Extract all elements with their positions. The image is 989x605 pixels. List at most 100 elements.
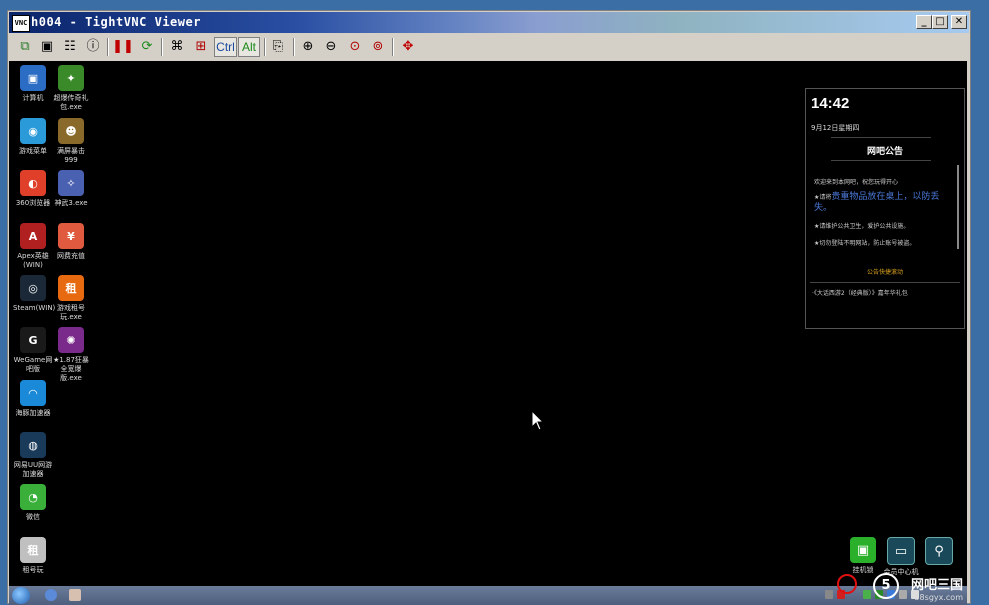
desktop-icon-label: 网易UU网游加速器 <box>13 461 53 478</box>
app-icon: ◉ <box>20 118 46 144</box>
desktop-icon[interactable]: ☻ 满屏暴击999 <box>51 118 91 165</box>
lock-machine-button[interactable]: ▣ 挂机锁 <box>843 537 883 575</box>
notice-line-2: ★请将贵重物品放在桌上，以防丢失。 <box>814 192 950 214</box>
member-center-button[interactable]: ▭ 会员中心机 <box>881 537 921 577</box>
desktop-icon[interactable]: ✺ ★1.87狂暴全宽爆版.exe <box>51 327 91 383</box>
app-icon: ✺ <box>58 327 84 353</box>
desktop-icon[interactable]: ◉ 游戏菜单 <box>13 118 53 156</box>
refresh-icon[interactable]: ⟳ <box>137 37 157 57</box>
desktop-icon[interactable]: A Apex英雄(WIN) <box>13 223 53 270</box>
lock-icon: ▣ <box>850 537 876 563</box>
toolbar: ⧉ ▣ ☷ ⓘ ❚❚ ⟳ ⌘ ⊞ Ctrl Alt ⎘ ⊕ ⊖ ⊙ ⊚ ✥ <box>9 34 969 60</box>
vnc-app-icon: VNC <box>12 15 30 32</box>
title-bar[interactable]: VNC h004 - TightVNC Viewer _ □ ✕ <box>9 12 969 33</box>
desktop-icon-label: Apex英雄(WIN) <box>17 252 49 269</box>
toolbar-separator <box>161 38 163 56</box>
minimize-button[interactable]: _ <box>916 15 932 29</box>
connection-info-icon[interactable]: ⓘ <box>83 37 103 57</box>
app-icon: G <box>20 327 46 353</box>
toolbar-separator <box>107 38 109 56</box>
notice-line-2-highlight: 贵重物品放在桌上，以防丢失。 <box>814 192 940 213</box>
alt-key-toggle[interactable]: Alt <box>238 37 260 57</box>
tray-icon[interactable] <box>899 590 907 599</box>
desktop-icon-label: 网费充值 <box>57 252 85 260</box>
watermark-text: 网吧三国 <box>910 578 963 593</box>
desktop-icon-label: 神武3.exe <box>54 199 88 207</box>
clipboard-icon[interactable]: ⎘ <box>268 37 288 57</box>
tray-icon[interactable] <box>825 590 833 599</box>
app-icon: A <box>20 223 46 249</box>
app-icon: 租 <box>20 537 46 563</box>
zoom-in-icon[interactable]: ⊕ <box>298 37 318 57</box>
desktop-icon[interactable]: 租游戏租号玩.exe <box>51 275 91 322</box>
ctrl-esc-icon[interactable]: ⊞ <box>191 37 211 57</box>
zoom-fit-icon[interactable]: ⊚ <box>368 37 388 57</box>
desktop-icon-label: 360浏览器 <box>15 199 51 207</box>
highlight-circle <box>837 574 857 594</box>
close-button[interactable]: ✕ <box>951 15 967 29</box>
window-title: h004 - TightVNC Viewer <box>31 15 201 29</box>
desktop-icon[interactable]: ✧ 神武3.exe <box>51 170 91 208</box>
desktop-icon[interactable]: ▣ 计算机 <box>13 65 53 103</box>
zoom-out-icon[interactable]: ⊖ <box>321 37 341 57</box>
desktop-icon-label: 海豚加速器 <box>15 409 51 417</box>
app-icon: ▣ <box>20 65 46 91</box>
remote-desktop-screen[interactable]: ▣ 计算机 ✦ 超爆传奇礼包.exe ◉ 游戏菜单 ☻ 满屏暴击999 ◐ 360浏览器 ✧ 神武3.… <box>9 61 967 605</box>
desktop-icon[interactable]: ¥ 网费充值 <box>51 223 91 261</box>
options-icon[interactable]: ☷ <box>60 37 80 57</box>
desktop-icon[interactable]: ✦ 超爆传奇礼包.exe <box>51 65 91 112</box>
search-button[interactable]: ⚲ <box>919 537 959 565</box>
maximize-button[interactable]: □ <box>932 15 948 29</box>
desktop-icon[interactable]: ◎ Steam(WIN) <box>13 275 55 313</box>
app-icon: ¥ <box>58 223 84 249</box>
toolbar-separator <box>264 38 266 56</box>
divider <box>831 160 931 161</box>
taskbar-app-icon[interactable] <box>69 589 81 601</box>
notice-title: 网吧公告 <box>866 147 903 157</box>
desktop-icon[interactable]: ◐ 360浏览器 <box>13 170 53 208</box>
desktop-icon-label: WeGame网吧版 <box>13 356 53 373</box>
notice-line-2-prefix: ★请将 <box>814 194 832 201</box>
zoom-100-icon[interactable]: ⊙ <box>345 37 365 57</box>
start-button[interactable] <box>12 587 30 604</box>
desktop-icon-label: 计算机 <box>22 94 44 102</box>
desktop-icon-label: 微信 <box>26 513 40 521</box>
desktop-icon-label: 游戏租号玩.exe <box>57 304 85 321</box>
desktop-icon[interactable]: G WeGame网吧版 <box>13 327 53 374</box>
notice-line-3: ★请维护公共卫生，爱护公共设施。 <box>814 223 910 230</box>
watermark-url: 58sgyx.com <box>914 593 963 602</box>
monitor-icon: ▭ <box>887 537 915 565</box>
desktop-icon-label: 游戏菜单 <box>19 147 47 155</box>
ctrl-alt-del-icon[interactable]: ⌘ <box>167 37 187 57</box>
notice-line-1: 欢迎来到本网吧，祝您玩得开心 <box>814 179 899 186</box>
desktop-icon[interactable]: ◠ 海豚加速器 <box>13 380 53 418</box>
app-icon: ✦ <box>58 65 84 91</box>
vnc-window: VNC h004 - TightVNC Viewer _ □ ✕ ⧉ ▣ ☷ ⓘ… <box>7 10 971 605</box>
ctrl-key-toggle[interactable]: Ctrl <box>214 37 237 57</box>
scrolling-notice[interactable]: 公告快捷滚动 <box>806 267 964 276</box>
desktop-icon-label: 租号玩 <box>22 566 44 574</box>
fullscreen-icon[interactable]: ✥ <box>398 37 418 57</box>
desktop-icon[interactable]: 租租号玩 <box>13 537 53 575</box>
app-icon: ◐ <box>20 170 46 196</box>
clock-date: 9月12日星期四 <box>811 124 860 132</box>
pause-icon[interactable]: ❚❚ <box>112 37 134 57</box>
toolbar-separator <box>293 38 295 56</box>
divider <box>831 137 931 138</box>
app-icon: ◍ <box>20 432 46 458</box>
clock-time: 14:42 <box>811 95 850 112</box>
app-icon: ✧ <box>58 170 84 196</box>
panel-scrollbar[interactable] <box>957 165 959 249</box>
watermark-logo: 5 <box>873 573 899 599</box>
tray-icon[interactable] <box>863 590 871 599</box>
ie-taskbar-icon[interactable] <box>45 589 57 601</box>
watermark: 网吧三国 58sgyx.com <box>911 574 963 602</box>
announcement-panel: 14:42 9月12日星期四 网吧公告 欢迎来到本网吧，祝您玩得开心 ★请将贵重… <box>805 88 965 329</box>
save-session-icon[interactable]: ▣ <box>37 37 57 57</box>
desktop-icon[interactable]: ◍ 网易UU网游加速器 <box>13 432 53 479</box>
gift-link[interactable]: ·《大话西游2（经典版）》嘉年华礼包 <box>812 288 908 297</box>
notice-line-4: ★切勿登陆不明网站，防止账号被盗。 <box>814 240 916 247</box>
mouse-cursor-icon <box>531 410 545 431</box>
desktop-icon[interactable]: ◔ 微信 <box>13 484 53 522</box>
new-connection-icon[interactable]: ⧉ <box>15 37 35 57</box>
